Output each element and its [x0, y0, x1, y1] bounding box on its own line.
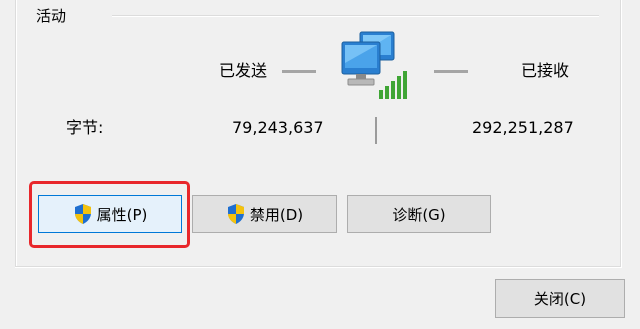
disable-button[interactable]: 禁用(D) — [192, 195, 337, 233]
bytes-divider — [375, 117, 377, 144]
received-label: 已接收 — [521, 61, 570, 80]
activity-group-title: 活动 — [36, 7, 67, 25]
bytes-received-value: 292,251,287 — [472, 118, 574, 137]
bytes-sent-value: 79,243,637 — [232, 118, 324, 137]
sent-activity-dash — [282, 70, 316, 73]
group-border-right — [620, 0, 622, 268]
uac-shield-icon — [227, 204, 244, 224]
group-border-left — [15, 0, 17, 268]
close-button[interactable]: 关闭(C) — [495, 279, 625, 318]
highlight-box — [29, 181, 190, 248]
sent-label: 已发送 — [219, 61, 268, 80]
diagnose-button-label: 诊断(G) — [392, 205, 446, 224]
bytes-label: 字节: — [66, 118, 104, 137]
group-border-top — [112, 15, 599, 17]
network-activity-icon — [341, 31, 407, 99]
received-activity-dash — [434, 70, 468, 73]
diagnose-button[interactable]: 诊断(G) — [347, 195, 491, 233]
group-border-bottom — [15, 266, 621, 268]
close-button-label: 关闭(C) — [533, 290, 587, 308]
disable-button-label: 禁用(D) — [249, 205, 304, 224]
